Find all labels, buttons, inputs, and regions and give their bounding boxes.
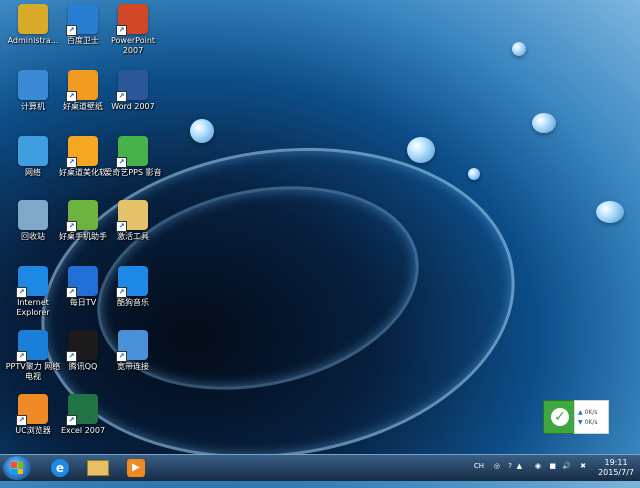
check-icon: ✓ [544, 401, 576, 433]
desktop-icon-label: 酷狗音乐 [117, 298, 149, 307]
drop-3 [596, 201, 624, 223]
shortcut-arrow-icon: ↗ [66, 25, 77, 36]
desktop-icon-label: Excel 2007 [60, 426, 106, 435]
drop-5 [407, 137, 435, 163]
shortcut-arrow-icon: ↗ [116, 25, 127, 36]
drop-4 [190, 119, 214, 143]
desktop-icon-label: 爱奇艺PPS 影音 [104, 168, 162, 177]
volume-icon[interactable]: 🔊 [562, 462, 571, 470]
up-arrow-icon: ▲ [578, 409, 583, 416]
taskbar-media-button[interactable]: ▶ [118, 456, 154, 480]
desktop-icon-label: Word 2007 [111, 102, 155, 111]
recycle-bin-icon [18, 200, 48, 230]
alert-icon[interactable]: ✖ [580, 462, 586, 470]
download-speed: 0K/s [584, 419, 598, 426]
shortcut-arrow-icon: ↗ [116, 287, 127, 298]
down-arrow-icon: ▼ [578, 419, 583, 426]
upload-row: ▲ 0K/s [578, 409, 608, 416]
shield-icon: ↗ [66, 4, 98, 36]
iqiyi-icon: ↗ [116, 136, 148, 168]
shortcut-arrow-icon: ↗ [116, 351, 127, 362]
taskbar: e ▶ CH ◎ ? ▲ ◉ ■ 🔊 ✖ 19:11 2015/7/7 [0, 454, 640, 481]
shortcut-arrow-icon: ↗ [116, 91, 127, 102]
desktop-icon-folder[interactable]: ↗ 激活工具 [102, 198, 164, 264]
desktop-icon-powerpoint[interactable]: ↗ PowerPoint 2007 [102, 2, 164, 68]
uc-browser-icon: ↗ [16, 394, 48, 426]
taskbar-ie-button[interactable]: e [42, 456, 78, 480]
taskbar-explorer-button[interactable] [80, 456, 116, 480]
media-player-icon: ▶ [127, 459, 145, 477]
shortcut-arrow-icon: ↗ [16, 415, 27, 426]
ie-icon: ↗ [16, 266, 48, 298]
phone-assistant-icon: ↗ [66, 200, 98, 232]
shortcut-arrow-icon: ↗ [16, 351, 27, 362]
shortcut-arrow-icon: ↗ [66, 415, 77, 426]
tray-expand-icon[interactable]: ▲ [517, 462, 522, 470]
shortcut-arrow-icon: ↗ [16, 287, 27, 298]
kugou-icon: ↗ [116, 266, 148, 298]
pptv-icon: ↗ [16, 330, 48, 362]
drop-2 [532, 113, 556, 133]
shortcut-arrow-icon: ↗ [116, 221, 127, 232]
ime-indicator[interactable]: CH [474, 462, 484, 470]
desktop-icon-label: PowerPoint 2007 [110, 36, 156, 55]
wallpaper-app-icon: ↗ [66, 70, 98, 102]
desktop-icon-excel[interactable]: ↗ Excel 2007 [52, 392, 114, 458]
broadband-icon: ↗ [116, 330, 148, 362]
tv-app-icon: ↗ [66, 266, 98, 298]
shortcut-arrow-icon: ↗ [66, 91, 77, 102]
desktop-icon-iqiyi[interactable]: ↗ 爱奇艺PPS 影音 [102, 134, 164, 200]
download-row: ▼ 0K/s [578, 419, 608, 426]
user-folder-icon [18, 4, 48, 34]
ie-icon: e [51, 459, 69, 477]
folder-icon: ↗ [116, 200, 148, 232]
explorer-icon [87, 460, 109, 476]
drop-6 [468, 168, 480, 180]
clock[interactable]: 19:11 2015/7/7 [598, 458, 634, 478]
excel-icon: ↗ [66, 394, 98, 426]
network-speed-panel: ▲ 0K/s ▼ 0K/s [574, 400, 609, 434]
shortcut-arrow-icon: ↗ [66, 287, 77, 298]
qq-icon: ↗ [66, 330, 98, 362]
desktop-icon-label: 宽带连接 [117, 362, 149, 371]
word-icon: ↗ [116, 70, 148, 102]
desktop-icon-word[interactable]: ↗ Word 2007 [102, 68, 164, 134]
powerpoint-icon: ↗ [116, 4, 148, 36]
computer-icon [18, 70, 48, 100]
windows-logo-icon [11, 462, 23, 474]
network-tray-icon[interactable]: ◉ [535, 462, 541, 470]
ime-settings-icon[interactable]: ? [508, 462, 512, 470]
clock-time: 19:11 [604, 458, 628, 467]
network-icon [18, 136, 48, 166]
clock-date: 2015/7/7 [598, 468, 634, 477]
desktop-icon-kugou[interactable]: ↗ 酷狗音乐 [102, 264, 164, 330]
system-tray: CH ◎ ? ▲ ◉ ■ 🔊 ✖ 19:11 2015/7/7 [440, 455, 640, 481]
shortcut-arrow-icon: ↗ [116, 157, 127, 168]
shortcut-arrow-icon: ↗ [66, 221, 77, 232]
ime-help-icon[interactable]: ◎ [494, 462, 500, 470]
upload-speed: 0K/s [584, 409, 598, 416]
shield-tray-icon[interactable]: ■ [549, 462, 556, 470]
drop-1 [512, 42, 526, 56]
start-button[interactable] [3, 456, 31, 480]
shortcut-arrow-icon: ↗ [66, 351, 77, 362]
desktop-icon-label: 激活工具 [117, 232, 149, 241]
shortcut-arrow-icon: ↗ [66, 157, 77, 168]
desktop-icon-broadband[interactable]: ↗ 宽带连接 [102, 328, 164, 394]
beautify-app-icon: ↗ [66, 136, 98, 168]
